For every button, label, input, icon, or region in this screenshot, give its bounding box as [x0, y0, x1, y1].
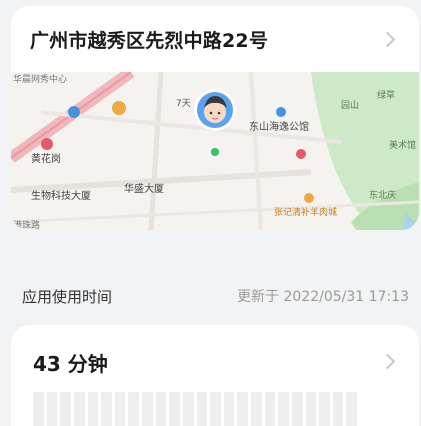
usage-bar	[114, 392, 126, 426]
usage-bar	[332, 392, 344, 426]
usage-bar	[142, 392, 153, 426]
address-text: 广州市越秀区先烈中路22号	[30, 30, 269, 52]
usage-bar	[237, 392, 248, 426]
map-label-dongshan-hotel: 东山海逸公馆	[249, 120, 309, 133]
map-label-park-east: 东北庆	[369, 189, 396, 201]
location-map[interactable]: 华晨网秀中心 7天 东山海逸公馆 黄花岗 生物科技大厦 华盛大厦 张记清补羊肉城…	[11, 72, 419, 230]
map-label-tianhe: 7天	[176, 99, 191, 109]
usage-bar	[169, 392, 180, 426]
usage-bar	[101, 392, 112, 426]
chevron-right-icon	[379, 31, 396, 48]
usage-bar	[291, 392, 303, 426]
usage-bar	[251, 392, 262, 426]
map-label-top-left: 华晨网秀中心	[13, 73, 67, 85]
map-label-park-right: 美术馆	[389, 139, 416, 151]
usage-bar	[46, 392, 58, 426]
usage-bar-chart	[33, 392, 357, 426]
map-svg: 华晨网秀中心 7天 东山海逸公馆 黄花岗 生物科技大厦 华盛大厦 张记清补羊肉城…	[11, 72, 419, 230]
usage-bar	[87, 392, 99, 426]
usage-bar	[346, 392, 357, 426]
map-label-top-right: 绿草	[377, 89, 395, 101]
location-marker-dot	[209, 146, 221, 158]
usage-bar	[196, 392, 208, 426]
usage-bar	[305, 392, 317, 426]
usage-bar	[182, 392, 194, 426]
usage-total-time: 43 分钟	[33, 352, 108, 376]
usage-bar	[155, 392, 167, 426]
usage-bar	[223, 392, 235, 426]
chevron-right-icon	[379, 353, 396, 370]
usage-section-header: 应用使用时间 更新于 2022/05/31 17:13	[0, 284, 421, 308]
usage-bar	[278, 392, 289, 426]
map-label-huasheng: 华盛大厦	[124, 182, 164, 195]
usage-updated-time: 更新于 2022/05/31 17:13	[237, 289, 409, 305]
address-row[interactable]: 广州市越秀区先烈中路22号	[11, 6, 419, 72]
map-label-biotech: 生物科技大厦	[31, 189, 91, 202]
map-label-zhangji: 张记清补羊肉城	[274, 206, 337, 218]
usage-bar	[128, 392, 139, 426]
map-label-huanghuagang: 黄花岗	[31, 152, 61, 165]
usage-bar	[60, 392, 71, 426]
usage-bar	[319, 392, 330, 426]
usage-bar	[73, 392, 85, 426]
usage-bar	[264, 392, 276, 426]
usage-bar	[210, 392, 221, 426]
usage-section-title: 应用使用时间	[22, 288, 113, 306]
location-card[interactable]: 广州市越秀区先烈中路22号 华晨网秀中心 7天 东山海逸公馆 黄花岗 生物科技大…	[11, 6, 419, 230]
usage-card[interactable]: 43 分钟	[11, 325, 419, 426]
map-label-bottom-left: 港珠路	[13, 219, 40, 230]
avatar-icon	[194, 89, 236, 131]
map-label-garden: 园山	[341, 100, 359, 111]
usage-bar	[33, 392, 44, 426]
